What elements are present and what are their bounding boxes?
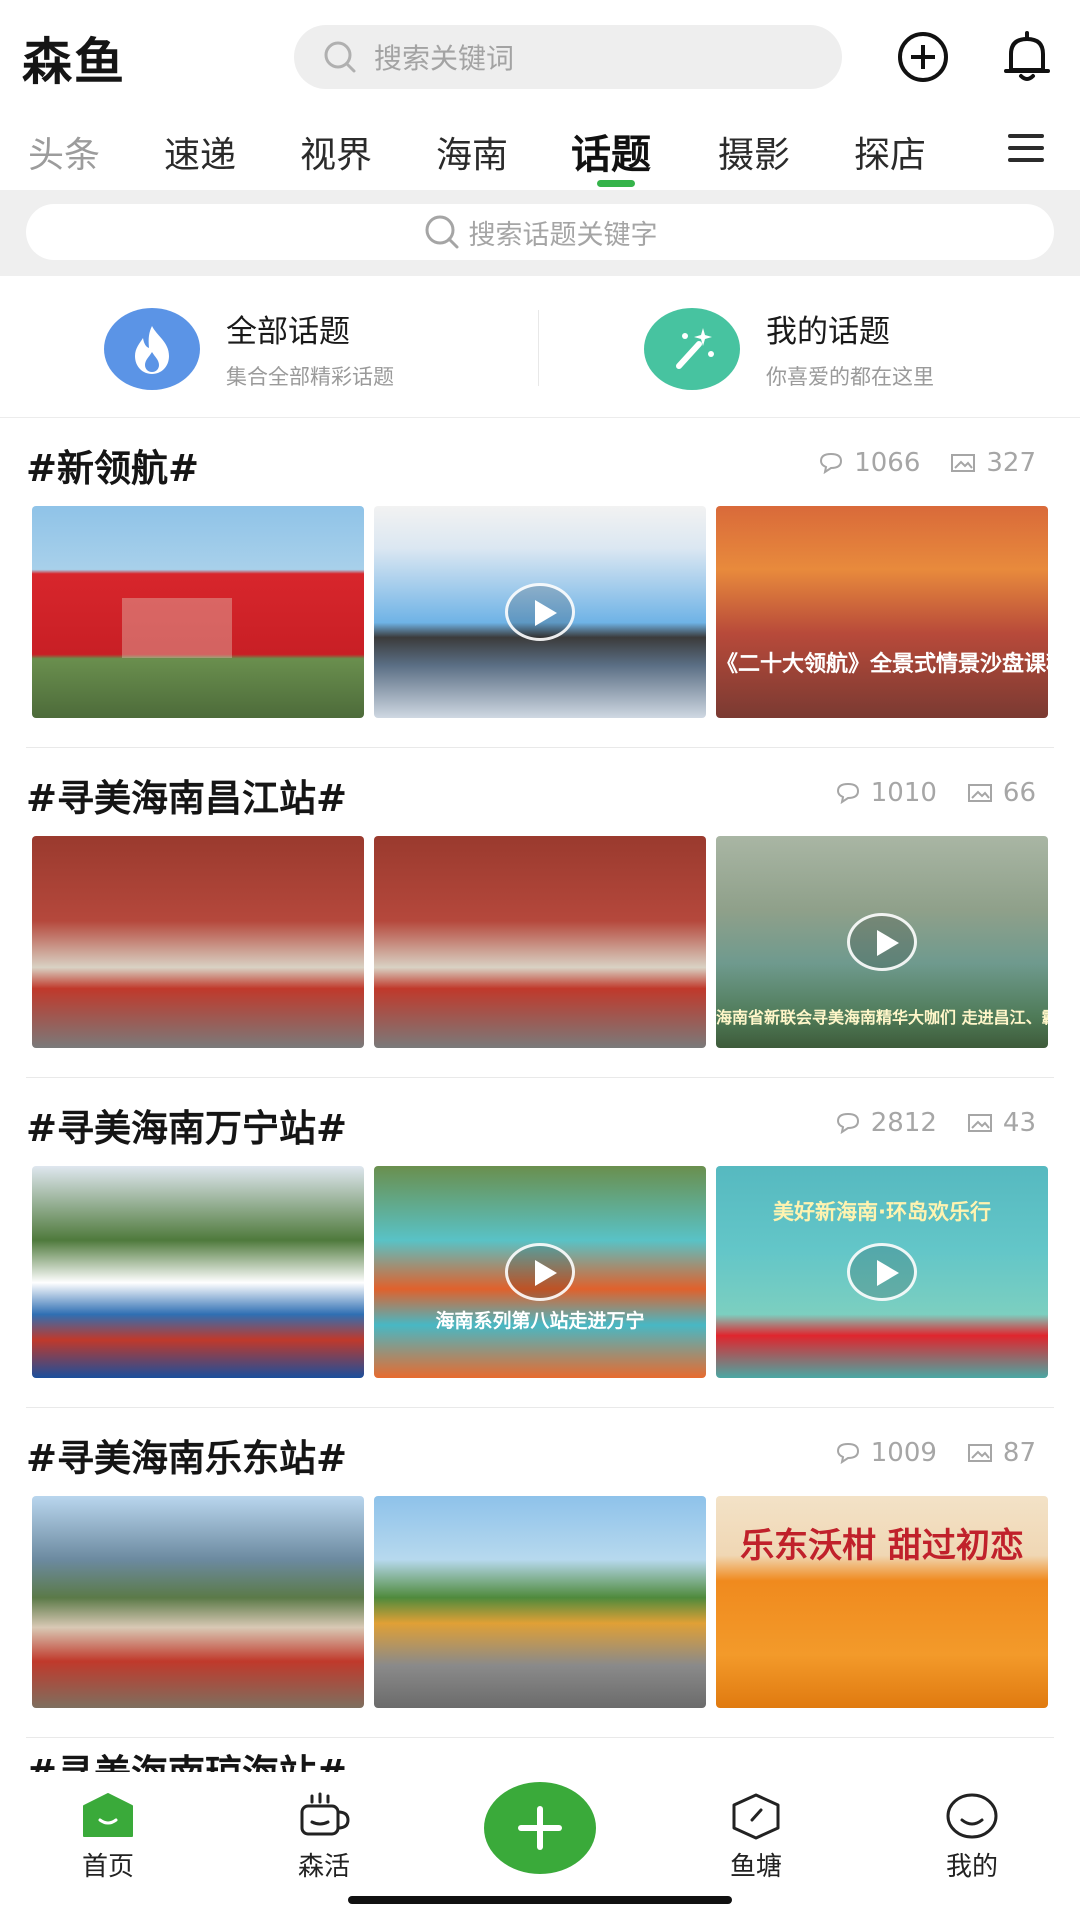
search-icon <box>425 215 458 249</box>
nav-pond[interactable]: 鱼塘 <box>696 1792 816 1883</box>
search-icon <box>324 41 356 73</box>
topic-stats: 2812 43 <box>805 1108 1036 1138</box>
topic-thumbnail[interactable]: 《二十大领航》全景式情景沙盘课程环节掠影 <box>716 506 1048 718</box>
all-topics-subtitle: 集合全部精彩话题 <box>226 365 394 389</box>
topic-stats: 1009 87 <box>805 1438 1036 1468</box>
channel-tabs: 头条 速递 视界 海南 话题 摄影 探店 <box>0 112 1080 190</box>
nav-life[interactable]: 森活 <box>264 1792 384 1883</box>
all-topics-title: 全部话题 <box>226 314 350 350</box>
image-icon <box>967 784 992 802</box>
topic-thumbnail[interactable] <box>374 836 706 1048</box>
next-topic-title-peek: #寻美海南琼海站# <box>26 1752 347 1772</box>
topic-title[interactable]: #新领航# <box>26 438 199 492</box>
smile-icon <box>944 1792 1000 1840</box>
tab-photography[interactable]: 摄影 <box>718 126 790 178</box>
nav-home[interactable]: 首页 <box>48 1792 168 1883</box>
flame-icon <box>104 307 200 390</box>
topic-search-input[interactable]: 搜索话题关键字 <box>26 204 1054 260</box>
image-icon <box>967 1444 992 1462</box>
nav-home-label: 首页 <box>81 1852 134 1882</box>
cup-icon <box>296 1792 352 1840</box>
home-indicator <box>348 1896 732 1904</box>
topic-section[interactable]: #寻美海南乐东站# 1009 87 乐东沃柑 甜过初恋 <box>0 1408 1080 1738</box>
image-count: 327 <box>986 448 1036 478</box>
topic-thumbnail[interactable] <box>32 1496 364 1708</box>
topic-search-band: 搜索话题关键字 <box>0 190 1080 276</box>
category-divider <box>538 310 539 386</box>
tab-explore-shops[interactable]: 探店 <box>854 126 926 178</box>
magic-wand-icon <box>644 307 740 390</box>
search-placeholder: 搜索关键词 <box>374 42 515 75</box>
nav-pond-label: 鱼塘 <box>729 1852 782 1882</box>
topic-section[interactable]: #寻美海南万宁站# 2812 43 海南系列第八站走进万宁 美好新海南·环岛欢乐… <box>0 1078 1080 1408</box>
comment-count: 1009 <box>870 1438 937 1468</box>
menu-icon[interactable] <box>1008 132 1048 168</box>
tab-hainan[interactable]: 海南 <box>436 126 508 178</box>
comment-count: 1066 <box>854 448 921 478</box>
nav-me-label: 我的 <box>945 1852 998 1882</box>
comment-icon <box>836 782 859 804</box>
thumbnail-caption: 海南系列第八站走进万宁 <box>435 1310 645 1332</box>
top-bar: 森鱼 搜索关键词 <box>0 0 1080 112</box>
topic-thumbnail[interactable] <box>32 836 364 1048</box>
topic-section[interactable]: #寻美海南昌江站# 1010 66 海南省新联会寻美海南精华大咖们 走进昌江、霸… <box>0 748 1080 1078</box>
divider <box>26 1737 1054 1738</box>
thumbnail-caption: 乐东沃柑 甜过初恋 <box>740 1526 1024 1566</box>
topic-title[interactable]: #寻美海南乐东站# <box>26 1428 347 1482</box>
comment-icon <box>836 1112 859 1134</box>
topic-search-placeholder: 搜索话题关键字 <box>468 219 658 251</box>
topic-stats: 1010 66 <box>805 778 1036 808</box>
topic-thumbnail[interactable] <box>374 1496 706 1708</box>
compass-icon <box>728 1792 784 1840</box>
all-topics-card[interactable]: 全部话题 集合全部精彩话题 <box>104 306 394 391</box>
image-icon <box>951 454 976 472</box>
play-icon[interactable] <box>847 1243 917 1301</box>
play-icon[interactable] <box>847 913 917 971</box>
comment-count: 1010 <box>870 778 937 808</box>
publish-button[interactable] <box>484 1782 596 1874</box>
topic-video-thumbnail[interactable]: 海南省新联会寻美海南精华大咖们 走进昌江、霸王岭、七叉镇、乙洞村 <box>716 836 1048 1048</box>
play-icon[interactable] <box>505 1243 575 1301</box>
add-circle-icon <box>898 32 948 82</box>
image-icon <box>967 1114 992 1132</box>
search-input[interactable]: 搜索关键词 <box>294 25 842 89</box>
add-button[interactable] <box>894 28 952 86</box>
topic-thumbnail[interactable] <box>32 1166 364 1378</box>
topic-video-thumbnail[interactable]: 美好新海南·环岛欢乐行 <box>716 1166 1048 1378</box>
tab-vision[interactable]: 视界 <box>300 126 372 178</box>
tab-headlines[interactable]: 头条 <box>28 126 100 178</box>
bell-icon <box>1004 31 1050 81</box>
my-topics-title: 我的话题 <box>766 314 890 350</box>
image-count: 43 <box>1002 1108 1036 1138</box>
tab-topics[interactable]: 话题 <box>571 122 651 180</box>
tab-express[interactable]: 速递 <box>164 126 236 178</box>
thumbnail-caption: 美好新海南·环岛欢乐行 <box>773 1200 991 1224</box>
thumbnail-caption: 海南省新联会寻美海南精华大咖们 走进昌江、霸王岭、七叉镇、乙洞村 <box>716 1008 1048 1027</box>
plus-icon <box>518 1806 562 1850</box>
my-topics-card[interactable]: 我的话题 你喜爱的都在这里 <box>644 306 934 391</box>
topic-video-thumbnail[interactable] <box>374 506 706 718</box>
nav-life-label: 森活 <box>297 1852 350 1882</box>
comment-icon <box>836 1442 859 1464</box>
image-count: 66 <box>1002 778 1036 808</box>
thumbnail-caption: 《二十大领航》全景式情景沙盘课程环节掠影 <box>716 652 1048 677</box>
topic-title[interactable]: #寻美海南万宁站# <box>26 1098 347 1152</box>
topic-video-thumbnail[interactable]: 海南系列第八站走进万宁 <box>374 1166 706 1378</box>
topic-categories: 全部话题 集合全部精彩话题 我的话题 你喜爱的都在这里 <box>0 276 1080 418</box>
my-topics-subtitle: 你喜爱的都在这里 <box>766 365 934 389</box>
comment-count: 2812 <box>870 1108 937 1138</box>
active-tab-indicator <box>597 180 635 187</box>
nav-me[interactable]: 我的 <box>912 1792 1032 1883</box>
home-icon <box>80 1792 136 1840</box>
topic-thumbnail[interactable] <box>32 506 364 718</box>
image-count: 87 <box>1002 1438 1036 1468</box>
topic-stats: 1066 327 <box>788 448 1036 478</box>
topic-title[interactable]: #寻美海南昌江站# <box>26 768 347 822</box>
topic-section[interactable]: #新领航# 1066 327 《二十大领航》全景式情景沙盘课程环节掠影 <box>0 418 1080 748</box>
play-icon[interactable] <box>505 583 575 641</box>
app-logo: 森鱼 <box>22 33 126 91</box>
topic-thumbnail[interactable]: 乐东沃柑 甜过初恋 <box>716 1496 1048 1708</box>
comment-icon <box>820 452 843 474</box>
notification-button[interactable] <box>998 28 1056 86</box>
